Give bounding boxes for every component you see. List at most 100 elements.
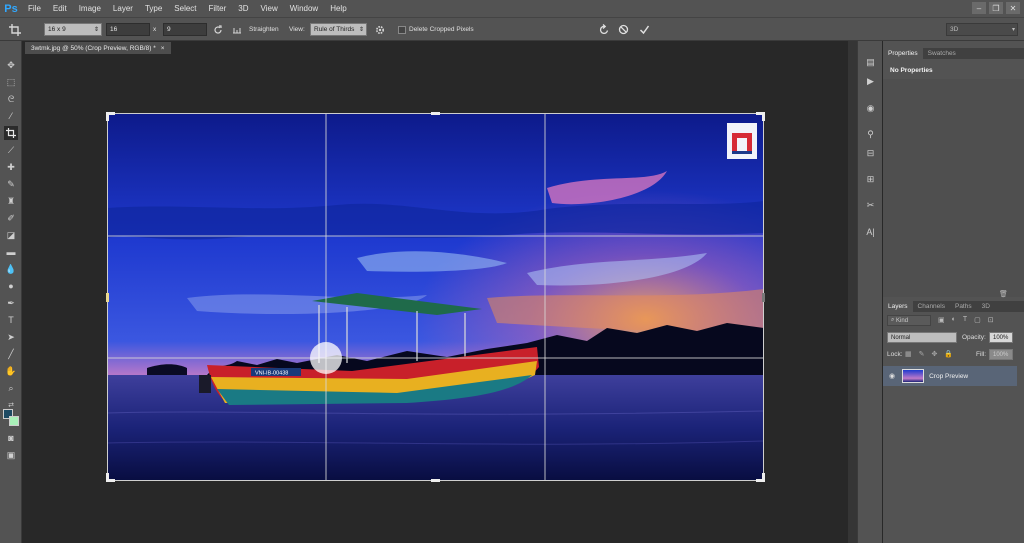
lock-label: Lock: — [887, 351, 903, 358]
clone-source-icon[interactable]: ⊞ — [863, 172, 878, 187]
background-color-swatch[interactable] — [9, 416, 19, 426]
brush-tool-icon[interactable]: ✎ — [4, 177, 18, 191]
workspace-select-value: 3D — [950, 26, 959, 33]
character-panel-icon[interactable]: A| — [863, 224, 878, 239]
straighten-label[interactable]: Straighten — [249, 23, 279, 36]
lock-transparency-icon[interactable]: ▦ — [905, 350, 912, 358]
tab-channels[interactable]: Channels — [913, 301, 950, 312]
view-overlay-select[interactable]: Rule of Thirds ⇕ — [310, 23, 367, 36]
dodge-tool-icon[interactable]: ● — [4, 279, 18, 293]
actions-panel-icon[interactable]: ▶ — [863, 74, 878, 89]
lasso-tool-icon[interactable]: ᘓ — [4, 92, 18, 106]
crop-tool-icon[interactable] — [4, 126, 18, 140]
layer-row[interactable]: ◉ Crop Preview — [883, 366, 1017, 386]
restore-button[interactable]: ❐ — [989, 2, 1003, 14]
quick-mask-icon[interactable]: ◙ — [4, 431, 18, 445]
workspace-select[interactable]: 3D ▾ — [946, 23, 1018, 36]
panels-column: Properties Swatches No Properties 🗑 Laye… — [883, 41, 1024, 543]
document-tab[interactable]: 3wtmk.jpg @ 50% (Crop Preview, RGB/8) * … — [25, 42, 171, 54]
menu-type[interactable]: Type — [139, 0, 168, 17]
shape-filter-icon[interactable]: ▢ — [974, 316, 981, 324]
close-tab-icon[interactable]: × — [161, 45, 165, 52]
eyedropper-tool-icon[interactable]: ⟋ — [4, 143, 18, 157]
delete-cropped-checkbox[interactable] — [398, 26, 406, 34]
tab-layers[interactable]: Layers — [883, 301, 913, 312]
gradient-tool-icon[interactable]: ▬ — [4, 245, 18, 259]
chevron-down-icon: ⇕ — [358, 27, 364, 33]
adjustment-filter-icon[interactable]: ◐ — [952, 316, 956, 324]
menu-layer[interactable]: Layer — [107, 0, 139, 17]
crop-handle-bottom[interactable] — [431, 479, 440, 482]
cancel-icon[interactable] — [616, 22, 630, 37]
visibility-eye-icon[interactable]: ◉ — [889, 372, 895, 380]
brush-presets-icon[interactable]: ⚲ — [863, 127, 878, 142]
tab-swatches[interactable]: Swatches — [923, 48, 961, 59]
pixel-filter-icon[interactable]: ▣ — [938, 316, 945, 324]
swap-rotate-icon[interactable] — [211, 22, 225, 37]
crop-tool-preset-icon[interactable] — [8, 22, 22, 37]
screen-mode-icon[interactable]: ▣ — [4, 448, 18, 462]
ratio-select[interactable]: 16 x 9 ⇕ — [44, 23, 102, 36]
type-filter-icon[interactable]: T — [963, 316, 967, 324]
menu-window[interactable]: Window — [284, 0, 324, 17]
menu-edit[interactable]: Edit — [47, 0, 73, 17]
blend-mode-select[interactable]: Normal — [887, 332, 957, 343]
menu-view[interactable]: View — [255, 0, 284, 17]
filter-kind-label: Kind — [896, 317, 909, 324]
eraser-tool-icon[interactable]: ◪ — [4, 228, 18, 242]
crop-handle-top[interactable] — [431, 112, 440, 115]
reset-icon[interactable] — [597, 22, 611, 37]
crop-handle-left[interactable] — [106, 293, 109, 302]
trash-icon[interactable]: 🗑 — [999, 290, 1008, 298]
tab-properties[interactable]: Properties — [883, 48, 923, 59]
filter-kind-select[interactable]: ⌕ Kind — [887, 315, 931, 326]
lock-image-icon[interactable]: ✎ — [919, 350, 925, 358]
close-window-button[interactable]: ✕ — [1006, 2, 1020, 14]
lock-all-icon[interactable]: 🔒 — [944, 350, 953, 358]
tab-paths[interactable]: Paths — [950, 301, 977, 312]
smart-object-filter-icon[interactable]: ⊡ — [988, 316, 994, 324]
menu-filter[interactable]: Filter — [203, 0, 233, 17]
path-select-tool-icon[interactable]: ➤ — [4, 330, 18, 344]
crop-width-field[interactable]: 16 — [106, 23, 150, 36]
history-brush-tool-icon[interactable]: ✐ — [4, 211, 18, 225]
tools-panel: ✥ ⬚ ᘓ ⁄ ⟋ ✚ ✎ ♜ ✐ ◪ ▬ 💧 ● ✒ T ➤ ╱ ✋ ⌕ ⇄ … — [0, 41, 22, 543]
quick-select-tool-icon[interactable]: ⁄ — [4, 109, 18, 123]
canvas-image[interactable]: VNI-IB-00438 — [107, 113, 764, 481]
blur-tool-icon[interactable]: 💧 — [4, 262, 18, 276]
crop-handle-right[interactable] — [762, 293, 765, 302]
crop-height-field[interactable]: 9 — [163, 23, 207, 36]
adjustments-icon[interactable]: ⊟ — [863, 146, 878, 161]
crop-handle-top-left-v[interactable] — [106, 112, 109, 121]
hand-tool-icon[interactable]: ✋ — [4, 364, 18, 378]
marquee-tool-icon[interactable]: ⬚ — [4, 75, 18, 89]
view-overlay-value: Rule of Thirds — [314, 26, 355, 33]
clone-stamp-tool-icon[interactable]: ♜ — [4, 194, 18, 208]
menu-file[interactable]: File — [22, 0, 47, 17]
menu-help[interactable]: Help — [324, 0, 352, 17]
color-panel-icon[interactable]: ◉ — [863, 101, 878, 116]
pen-tool-icon[interactable]: ✒ — [4, 296, 18, 310]
fill-field[interactable]: 100% — [989, 349, 1013, 360]
tool-presets-icon[interactable]: ✂ — [863, 198, 878, 213]
type-tool-icon[interactable]: T — [4, 313, 18, 327]
menu-select[interactable]: Select — [168, 0, 202, 17]
canvas-scrollbar[interactable] — [848, 41, 857, 543]
lock-position-icon[interactable]: ✥ — [932, 350, 938, 358]
opacity-field[interactable]: 100% — [989, 332, 1013, 343]
gear-icon[interactable] — [373, 22, 387, 37]
commit-checkmark-icon[interactable] — [637, 22, 651, 37]
crop-handle-bottom-right-v[interactable] — [762, 473, 765, 482]
line-tool-icon[interactable]: ╱ — [4, 347, 18, 361]
minimize-button[interactable]: – — [972, 2, 986, 14]
straighten-icon[interactable] — [230, 22, 244, 37]
healing-brush-tool-icon[interactable]: ✚ — [4, 160, 18, 174]
crop-handle-bottom-left-v[interactable] — [106, 473, 109, 482]
menu-3d[interactable]: 3D — [232, 0, 254, 17]
menu-image[interactable]: Image — [73, 0, 107, 17]
crop-handle-top-right-v[interactable] — [762, 112, 765, 121]
zoom-tool-icon[interactable]: ⌕ — [4, 381, 18, 395]
move-tool-icon[interactable]: ✥ — [4, 58, 18, 72]
history-panel-icon[interactable]: ▤ — [863, 55, 878, 70]
tab-3d[interactable]: 3D — [977, 301, 995, 312]
